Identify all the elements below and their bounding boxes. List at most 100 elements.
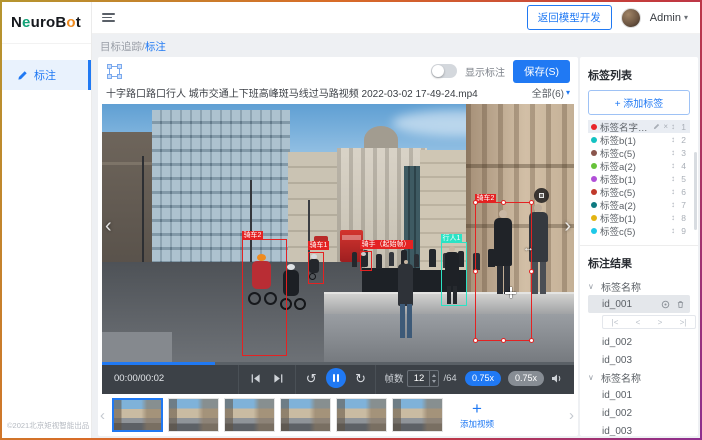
pager-first-icon[interactable]: |< bbox=[612, 318, 619, 327]
back-to-model-dev-button[interactable]: 返回模型开发 bbox=[527, 5, 612, 30]
add-video-button[interactable]: + 添加视频 bbox=[448, 400, 506, 430]
label-color-dot bbox=[591, 189, 597, 195]
label-list-item[interactable]: 标签c(5) ↕ 3 bbox=[588, 146, 690, 159]
next-frame-icon[interactable] bbox=[273, 373, 284, 384]
result-item-selected[interactable]: id_001 bbox=[588, 295, 690, 313]
bbox-rider-startframe[interactable]: 骑手（起始帧） bbox=[360, 251, 372, 271]
bbox-rider2[interactable]: 骑车2 bbox=[242, 239, 287, 356]
sort-icon[interactable]: ↕ bbox=[671, 162, 675, 170]
save-button[interactable]: 保存(S) bbox=[513, 60, 570, 83]
resize-handle[interactable] bbox=[529, 200, 534, 205]
label-list-item[interactable]: 标签名字最长数... × ↕ 1 bbox=[588, 120, 690, 133]
bbox-rider1[interactable]: 骑车1 bbox=[308, 252, 324, 284]
video-thumbnail-2[interactable] bbox=[168, 398, 219, 432]
label-list-item[interactable]: 标签b(1) ↕ 5 bbox=[588, 172, 690, 185]
result-item[interactable]: id_003 bbox=[588, 422, 690, 436]
pencil-icon bbox=[17, 70, 28, 81]
recenter-button[interactable] bbox=[534, 188, 549, 203]
trash-icon[interactable] bbox=[676, 300, 685, 309]
resize-handle[interactable] bbox=[529, 338, 534, 343]
result-group[interactable]: ∨ 标签名称 bbox=[588, 278, 690, 295]
sort-icon[interactable]: ↕ bbox=[671, 188, 675, 196]
label-color-dot bbox=[591, 124, 597, 130]
progress-fill bbox=[102, 362, 215, 365]
frames-label: 帧数 bbox=[384, 371, 403, 385]
sort-icon[interactable]: ↕ bbox=[671, 175, 675, 183]
menu-collapse-icon[interactable] bbox=[102, 13, 115, 22]
edit-icon[interactable] bbox=[653, 123, 660, 130]
prev-frame-icon[interactable] bbox=[250, 373, 261, 384]
label-list-item[interactable]: 标签a(2) ↕ 4 bbox=[588, 159, 690, 172]
resize-handle[interactable] bbox=[501, 338, 506, 343]
move-cursor-icon bbox=[505, 287, 516, 298]
app-logo: NeuroBot bbox=[2, 2, 91, 44]
sidebar: NeuroBot 标注 ©2021北京矩视智能出品 bbox=[2, 2, 92, 438]
result-item[interactable]: id_001 bbox=[588, 386, 690, 404]
pager-prev-icon[interactable]: < bbox=[636, 318, 641, 327]
volume-icon[interactable] bbox=[551, 373, 563, 384]
playback-speed-button-secondary[interactable]: 0.75x bbox=[508, 371, 544, 386]
filmstrip-left-chevron[interactable]: ‹ bbox=[98, 407, 107, 424]
resize-handle[interactable] bbox=[529, 269, 534, 274]
bbox-rider2-selected[interactable]: 骑车2 bbox=[475, 202, 532, 341]
result-item[interactable]: id_003 bbox=[588, 351, 690, 369]
label-list-item[interactable]: 标签b(1) ↕ 8 bbox=[588, 211, 690, 224]
prev-video-chevron[interactable]: ‹ bbox=[105, 216, 112, 236]
sort-icon[interactable]: ↕ bbox=[671, 214, 675, 222]
resize-handle[interactable] bbox=[473, 338, 478, 343]
sort-icon[interactable]: ↕ bbox=[671, 227, 675, 235]
label-color-dot bbox=[591, 137, 597, 143]
results-title: 标注结果 bbox=[588, 255, 690, 271]
user-menu[interactable]: Admin▾ bbox=[650, 12, 688, 24]
plus-icon: + bbox=[472, 400, 482, 417]
pause-button[interactable] bbox=[326, 368, 346, 388]
label-list-item[interactable]: 标签c(5) ↕ 6 bbox=[588, 185, 690, 198]
scrollbar[interactable] bbox=[694, 152, 697, 230]
sort-icon[interactable]: ↕ bbox=[671, 149, 675, 157]
label-list-item[interactable]: 标签b(1) ↕ 2 bbox=[588, 133, 690, 146]
delete-icon[interactable]: × bbox=[663, 123, 668, 131]
add-label-button[interactable]: + 添加标签 bbox=[588, 90, 690, 115]
pause-icon bbox=[333, 374, 335, 382]
playback-speed-button[interactable]: 0.75x bbox=[465, 371, 501, 386]
step-up-icon[interactable] bbox=[432, 374, 436, 377]
avatar[interactable] bbox=[621, 8, 641, 28]
sort-icon[interactable]: ↕ bbox=[671, 123, 675, 131]
label-filter-dropdown[interactable]: 全部(6)▾ bbox=[532, 85, 570, 100]
next-video-chevron[interactable]: › bbox=[564, 216, 571, 236]
video-canvas[interactable]: 骑车2 骑车1 骑手（起始帧） 行人1 骑车2 bbox=[102, 104, 574, 362]
result-group[interactable]: ∨ 标签名称 bbox=[588, 369, 690, 386]
breadcrumb-current[interactable]: 标注 bbox=[145, 41, 166, 53]
visibility-icon[interactable] bbox=[661, 300, 670, 309]
sidebar-item-annotate[interactable]: 标注 bbox=[2, 60, 91, 90]
pager-next-icon[interactable]: > bbox=[658, 318, 663, 327]
video-progress-bar[interactable] bbox=[102, 362, 574, 365]
label-color-dot bbox=[591, 163, 597, 169]
bbox-label: 骑手（起始帧） bbox=[360, 240, 413, 249]
video-thumbnail-4[interactable] bbox=[280, 398, 331, 432]
step-down-icon[interactable] bbox=[432, 380, 436, 383]
resize-handle[interactable] bbox=[501, 200, 506, 205]
bbox-pedestrian1[interactable]: 行人1 bbox=[441, 242, 467, 306]
sort-icon[interactable]: ↕ bbox=[671, 136, 675, 144]
video-thumbnail-1[interactable] bbox=[112, 398, 163, 432]
main-column: 返回模型开发 Admin▾ 目标追踪/标注 bbox=[92, 2, 700, 438]
forward-10-icon[interactable]: ↻ bbox=[355, 372, 366, 385]
label-color-dot bbox=[591, 176, 597, 182]
pager-last-icon[interactable]: >| bbox=[680, 318, 687, 327]
filmstrip-right-chevron[interactable]: › bbox=[567, 407, 576, 424]
result-item[interactable]: id_002 bbox=[588, 333, 690, 351]
bbox-tool-icon[interactable] bbox=[106, 63, 123, 80]
video-thumbnail-5[interactable] bbox=[336, 398, 387, 432]
stepper-arrows[interactable] bbox=[429, 371, 438, 386]
show-annotations-toggle[interactable] bbox=[431, 64, 457, 78]
resize-handle[interactable] bbox=[473, 269, 478, 274]
result-item[interactable]: id_002 bbox=[588, 404, 690, 422]
video-thumbnail-3[interactable] bbox=[224, 398, 275, 432]
sort-icon[interactable]: ↕ bbox=[671, 201, 675, 209]
resize-handle[interactable] bbox=[473, 200, 478, 205]
video-thumbnail-6[interactable] bbox=[392, 398, 443, 432]
label-list-item[interactable]: 标签a(2) ↕ 7 bbox=[588, 198, 690, 211]
label-list-item[interactable]: 标签c(5) ↕ 9 bbox=[588, 224, 690, 237]
rewind-10-icon[interactable]: ↺ bbox=[306, 372, 317, 385]
